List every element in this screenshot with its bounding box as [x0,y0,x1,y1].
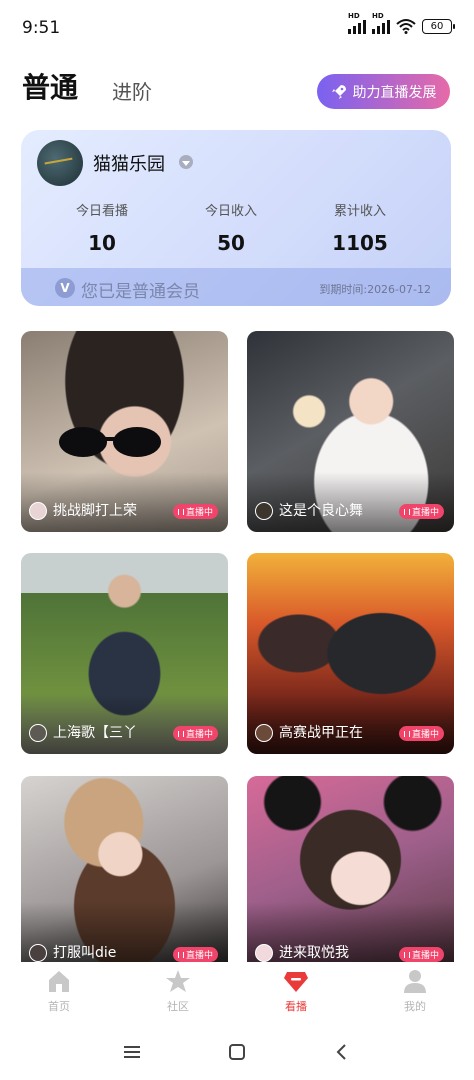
membership-bar: V 您已是普通会员 到期时间:2026-07-12 [21,268,451,306]
stream-title: 高赛战甲正在 [279,725,363,741]
battery-level: 60 [430,20,444,32]
signal-icon: HD [372,12,390,34]
diamond-icon [284,972,308,992]
stat-total-income: 累计收入 1105 [300,200,420,255]
stat-value: 50 [217,231,245,255]
chevron-down-icon[interactable] [179,155,193,169]
live-card[interactable]: 上海歌【三丫 直播中 [21,553,228,754]
nav-home[interactable]: 首页 [19,968,99,1014]
live-bars-icon [403,730,410,737]
signal-icon: HD [348,12,366,34]
nav-label: 社区 [167,1000,189,1013]
live-card[interactable]: 打服叫die 直播中 [21,776,228,962]
live-badge: 直播中 [172,726,218,741]
streamer-avatar [255,502,273,520]
member-card: 猫猫乐园 今日看播 10 今日收入 50 累计收入 1105 V 您已是普通会员… [21,130,451,306]
stream-title: 上海歌【三丫 [53,725,137,741]
streamer-avatar [255,944,273,962]
live-card[interactable]: 这是个良心舞 直播中 [247,331,454,532]
live-badge-label: 直播中 [185,730,213,740]
stream-title: 进来取悦我 [279,945,349,961]
back-icon[interactable] [332,1042,352,1062]
home-icon [49,971,69,992]
tab-normal[interactable]: 普通 [22,66,78,106]
streamer-avatar [29,502,47,520]
tab-advanced[interactable]: 进阶 [112,76,152,105]
streamer-avatar [255,724,273,742]
nav-community[interactable]: 社区 [138,968,218,1014]
battery-icon: 60 [422,18,455,34]
rocket-icon [331,84,346,99]
nav-label: 我的 [404,1000,426,1013]
nav-watch[interactable]: 看播 [256,968,336,1014]
live-badge-label: 直播中 [411,508,439,518]
stat-label: 今日看播 [75,204,128,219]
live-badge-label: 直播中 [185,508,213,518]
live-badge: 直播中 [398,726,444,741]
stream-title: 挑战脚打上荣 [53,503,137,519]
star-icon [166,970,190,992]
live-card[interactable]: 进来取悦我 直播中 [247,776,454,962]
system-nav-bar [0,1024,474,1080]
stream-title: 打服叫die [53,945,117,961]
stat-today-income: 今日收入 50 [171,200,291,255]
stream-title: 这是个良心舞 [279,503,363,519]
nav-label: 首页 [48,1000,70,1013]
stat-label: 累计收入 [333,204,386,219]
stat-label: 今日收入 [204,204,257,219]
live-badge: 直播中 [172,947,218,962]
expire-date: 到期时间:2026-07-12 [319,283,431,296]
stat-today-views: 今日看播 10 [42,200,162,255]
bottom-nav: 首页 社区 看播 我的 [0,962,474,1024]
live-badge-label: 直播中 [411,951,439,961]
wifi-icon [396,19,416,34]
live-bars-icon [177,730,184,737]
nav-label: 看播 [285,1000,307,1013]
page: 9:51 HD HD 60 普通 进阶 助力直播发展 猫猫乐园 今日看播 10 … [0,0,474,1080]
live-bars-icon [177,508,184,515]
status-bar: 9:51 HD HD 60 [0,0,474,60]
streamer-avatar [29,944,47,962]
live-badge: 直播中 [398,504,444,519]
live-badge-label: 直播中 [411,730,439,740]
member-status: 您已是普通会员 [81,282,200,302]
live-badge-label: 直播中 [185,951,213,961]
stat-value: 1105 [332,231,388,255]
live-bars-icon [403,951,410,958]
sunglasses-graphic [59,427,161,457]
person-icon [404,970,426,993]
signal-hd-label: HD [348,12,360,20]
account-name[interactable]: 猫猫乐园 [93,150,165,176]
signal-hd-label: HD [372,12,384,20]
nav-me[interactable]: 我的 [375,968,455,1014]
menu-icon[interactable] [122,1042,142,1062]
boost-live-label: 助力直播发展 [352,84,437,101]
live-card[interactable]: 高赛战甲正在 直播中 [247,553,454,754]
status-icons: HD HD 60 [348,12,455,34]
live-badge: 直播中 [398,947,444,962]
vip-badge-icon: V [55,278,75,298]
home-square-icon[interactable] [227,1042,247,1062]
live-card[interactable]: 挑战脚打上荣 直播中 [21,331,228,532]
avatar[interactable] [37,140,83,186]
stat-value: 10 [88,231,116,255]
live-bars-icon [177,951,184,958]
boost-live-button[interactable]: 助力直播发展 [317,74,450,109]
streamer-avatar [29,724,47,742]
status-time: 9:51 [22,18,61,38]
live-bars-icon [403,508,410,515]
live-badge: 直播中 [172,504,218,519]
